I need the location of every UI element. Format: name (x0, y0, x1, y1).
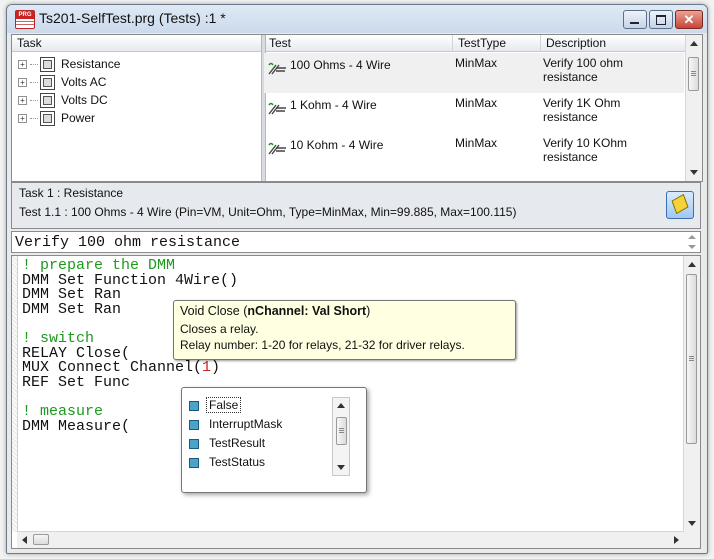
editor-vertical-scrollbar[interactable] (683, 256, 700, 532)
test-row[interactable]: 10 Kohm - 4 Wire MinMax Verify 10 KOhm r… (264, 133, 684, 173)
editor-window: PRG Ts201-SelfTest.prg (Tests) :1 * ✕ Ta… (6, 4, 708, 554)
scroll-up-icon[interactable] (690, 41, 698, 46)
tree-item-power[interactable]: + Power (18, 109, 95, 127)
task-icon (40, 57, 55, 73)
minimize-button[interactable] (623, 10, 647, 29)
task-column-header[interactable]: Task (12, 35, 262, 52)
task-test-panes: Task Test TestType Description + Resistan… (11, 34, 703, 182)
test-step-icon (268, 102, 286, 115)
tree-item-label: Power (61, 111, 96, 125)
test-type: MinMax (455, 136, 498, 150)
description-spinner[interactable] (684, 232, 700, 252)
expand-icon[interactable]: + (18, 96, 27, 106)
scroll-left-icon[interactable] (22, 536, 27, 544)
autocomplete-item[interactable]: False (189, 396, 242, 414)
parameter-info-tooltip: Void Close (nChannel: Val Short) Closes … (173, 300, 516, 360)
scroll-down-icon[interactable] (690, 170, 698, 175)
constant-icon (189, 457, 199, 468)
test-column-header[interactable]: Test (264, 35, 453, 52)
active-parameter: nChannel: Val Short (247, 304, 367, 318)
description-field[interactable]: Verify 100 ohm resistance (11, 231, 701, 253)
test-name: 1 Kohm - 4 Wire (290, 98, 377, 112)
test-name: 100 Ohms - 4 Wire (290, 58, 391, 72)
description-column-header[interactable]: Description (541, 35, 686, 52)
scroll-thumb[interactable] (336, 417, 347, 445)
constant-icon (189, 438, 199, 449)
horizontal-scroll-thumb[interactable] (33, 534, 49, 545)
expand-icon[interactable]: + (18, 78, 27, 88)
editor-gutter (12, 256, 18, 532)
function-signature: Void Close (nChannel: Val Short) (180, 304, 371, 318)
autocomplete-item[interactable]: InterruptMask (189, 415, 282, 433)
autocomplete-item[interactable]: TestStatus (189, 453, 265, 471)
test-step-icon (268, 62, 286, 75)
tooltip-summary: Closes a relay. (180, 322, 259, 336)
test-name: 10 Kohm - 4 Wire (290, 138, 384, 152)
test-description: Verify 100 ohm resistance (543, 56, 624, 84)
window-title: Ts201-SelfTest.prg (Tests) :1 * (39, 10, 226, 26)
scroll-up-icon[interactable] (337, 403, 345, 408)
test-description: Verify 10 KOhm resistance (543, 136, 628, 164)
expand-icon[interactable]: + (18, 60, 27, 70)
editor-horizontal-scrollbar[interactable] (17, 531, 684, 548)
title-bar[interactable]: PRG Ts201-SelfTest.prg (Tests) :1 * ✕ (7, 5, 707, 33)
scroll-down-icon[interactable] (688, 521, 696, 526)
tree-item-label: Volts DC (61, 93, 108, 107)
task-icon (40, 75, 55, 91)
tree-item-label: Resistance (61, 57, 121, 71)
scroll-up-icon[interactable] (688, 262, 696, 267)
scroll-thumb[interactable] (686, 274, 697, 444)
constant-icon (189, 419, 199, 430)
task-info-text: Task 1 : Resistance (19, 186, 124, 200)
testtype-column-header[interactable]: TestType (453, 35, 541, 52)
test-type: MinMax (455, 56, 498, 70)
maximize-button[interactable] (649, 10, 673, 29)
autocomplete-scrollbar[interactable] (332, 397, 350, 476)
test-list-scrollbar[interactable] (685, 35, 702, 181)
tree-item-label: Volts AC (61, 75, 107, 89)
expand-icon[interactable]: + (18, 114, 27, 124)
task-icon (40, 93, 55, 109)
tree-item-resistance[interactable]: + Resistance (18, 55, 120, 73)
tree-item-volts-dc[interactable]: + Volts DC (18, 91, 108, 109)
task-icon (40, 111, 55, 127)
test-row[interactable]: 100 Ohms - 4 Wire MinMax Verify 100 ohm … (264, 53, 684, 93)
constant-icon (189, 400, 199, 411)
tree-item-volts-ac[interactable]: + Volts AC (18, 73, 106, 91)
description-text: Verify 100 ohm resistance (15, 234, 241, 251)
test-description: Verify 1K Ohm resistance (543, 96, 621, 124)
scroll-down-icon[interactable] (337, 465, 345, 470)
close-button[interactable]: ✕ (675, 10, 703, 29)
test-type: MinMax (455, 96, 498, 110)
autocomplete-list[interactable]: False InterruptMask TestResult TestStatu… (181, 387, 367, 493)
scroll-thumb[interactable] (688, 57, 699, 91)
test-info-bar: Task 1 : Resistance Test 1.1 : 100 Ohms … (11, 182, 701, 229)
prg-icon-label: PRG (16, 11, 34, 19)
tooltip-details: Relay number: 1-20 for relays, 21-32 for… (180, 338, 465, 352)
prg-file-icon: PRG (15, 10, 35, 29)
scroll-right-icon[interactable] (674, 536, 679, 544)
edit-test-button[interactable] (666, 191, 694, 219)
autocomplete-item[interactable]: TestResult (189, 434, 265, 452)
test-step-icon (268, 142, 286, 155)
test-info-text: Test 1.1 : 100 Ohms - 4 Wire (Pin=VM, Un… (19, 205, 517, 219)
test-row[interactable]: 1 Kohm - 4 Wire MinMax Verify 1K Ohm res… (264, 93, 684, 133)
